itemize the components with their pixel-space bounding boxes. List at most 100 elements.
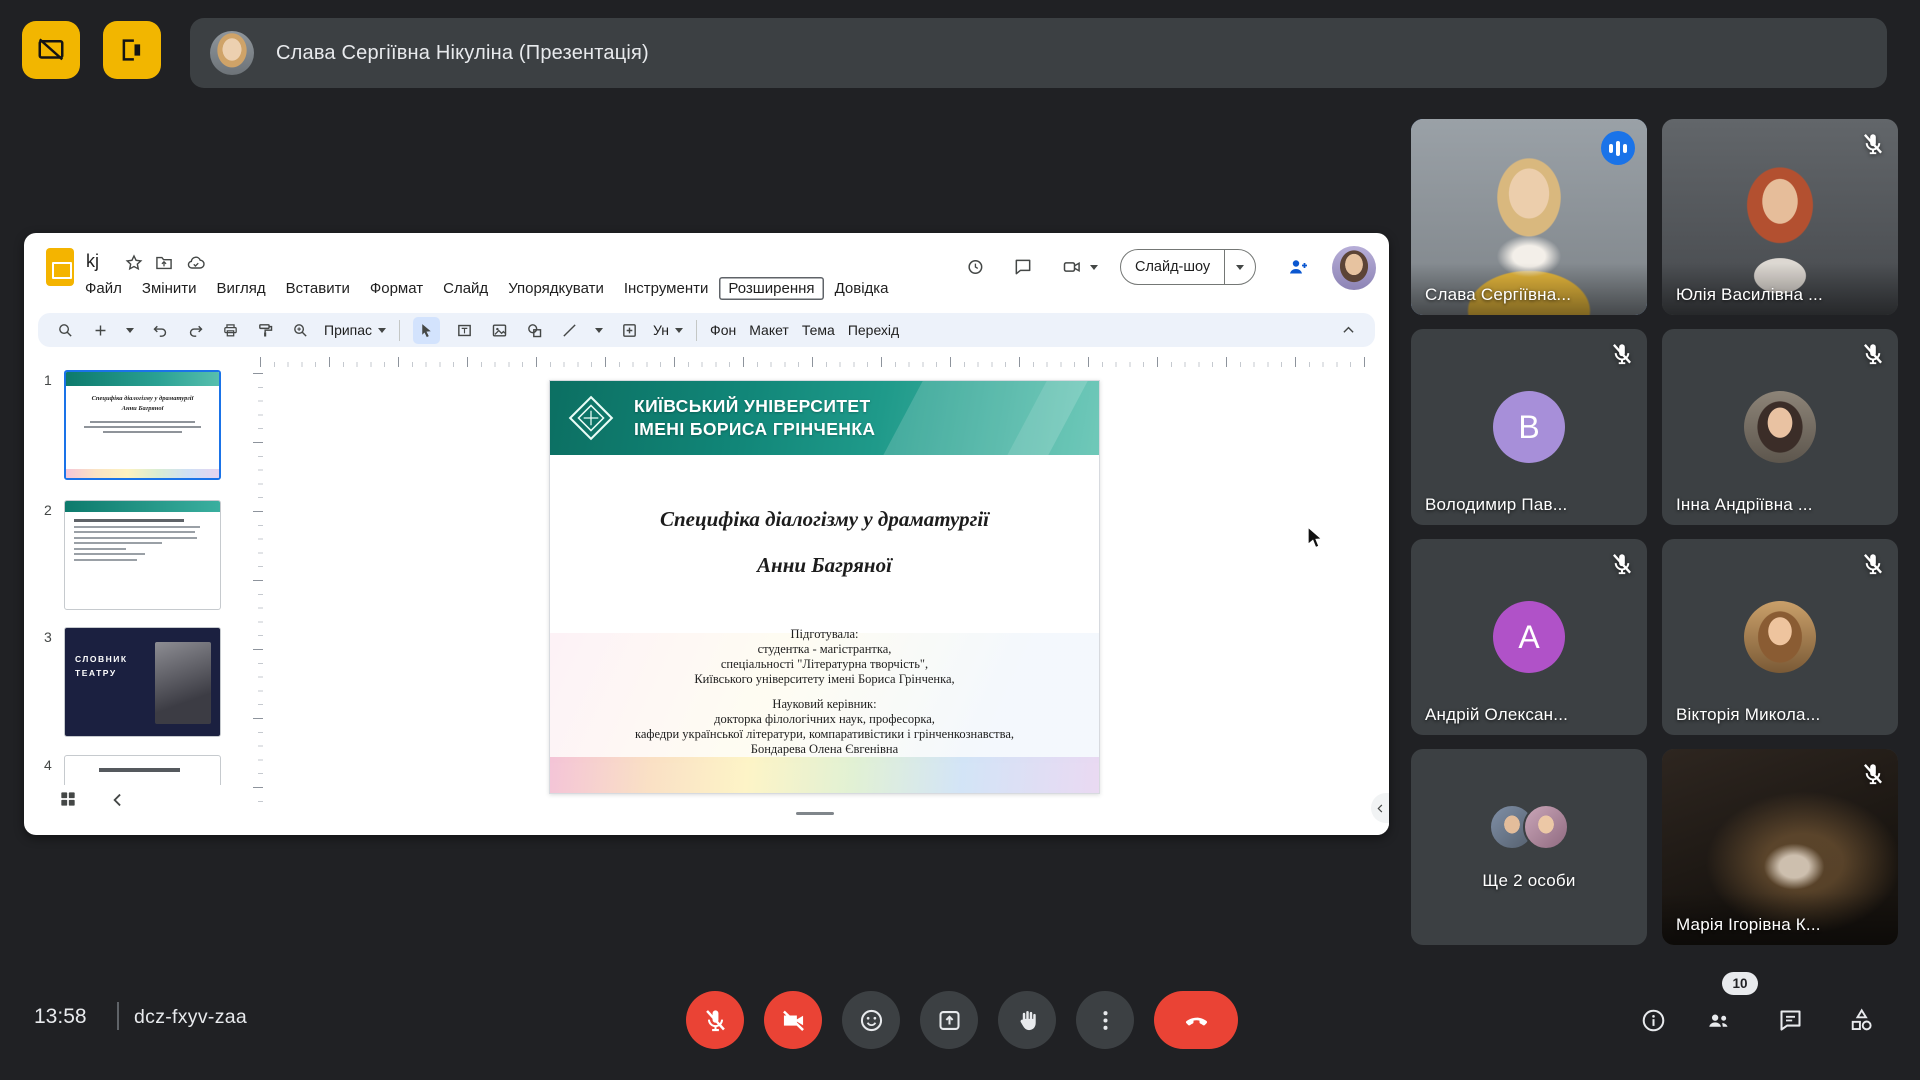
share-button[interactable] [1286,255,1310,279]
meeting-code: dcz-fxyv-zaa [134,1006,247,1029]
present-screen-button[interactable] [920,991,978,1049]
slide-number: 3 [44,629,52,645]
speaker-notes-divider[interactable] [796,812,834,815]
menu-format[interactable]: Формат [361,277,432,300]
search-menus-button[interactable] [54,319,76,341]
insert-placeholder-button[interactable] [618,319,640,341]
undo-button[interactable] [149,319,171,341]
menu-help[interactable]: Довідка [826,277,898,300]
star-button[interactable] [124,253,144,273]
text-style-select[interactable]: Ун [653,322,683,338]
collapse-toolbar-button[interactable] [1337,319,1359,341]
version-history-button[interactable] [965,257,985,277]
smiley-icon [858,1007,885,1034]
theme-button[interactable]: Тема [802,322,835,338]
participant-tile-more-people[interactable]: Ще 2 особи [1411,749,1647,945]
screen-share-off-button[interactable] [22,21,80,79]
reactions-button[interactable] [842,991,900,1049]
redo-icon [187,322,204,339]
collapse-filmstrip-button[interactable] [108,790,128,810]
participant-name: Вікторія Микола... [1676,705,1820,725]
leave-call-button[interactable] [1154,991,1238,1049]
participant-tile-volodymyr[interactable]: В Володимир Пав... [1411,329,1647,525]
meet-call-dropdown-caret-icon[interactable] [1090,265,1098,270]
info-icon [1640,1007,1667,1034]
insert-line-button[interactable] [558,319,580,341]
insert-image-button[interactable] [488,319,510,341]
move-folder-button[interactable] [154,253,174,273]
side-panel-button[interactable] [103,21,161,79]
avatar: А [1493,601,1565,673]
insert-shape-button[interactable] [523,319,545,341]
bottom-bar-divider [117,1002,119,1030]
slide-thumbnail-3[interactable]: СЛОВНИК ТЕАТРУ [64,627,221,737]
layout-button[interactable]: Макет [749,322,789,338]
slide-number: 2 [44,502,52,518]
paint-format-button[interactable] [254,319,276,341]
participant-tile-inna[interactable]: Інна Андріївна ... [1662,329,1898,525]
chat-panel-button[interactable] [1777,1007,1804,1034]
activities-button[interactable] [1848,1007,1875,1034]
current-slide[interactable]: КИЇВСЬКИЙ УНІВЕРСИТЕТ ІМЕНІ БОРИСА ГРІНЧ… [549,380,1100,794]
menu-arrange[interactable]: Упорядкувати [499,277,613,300]
thumb-text-bars [65,512,220,568]
mic-off-icon [702,1007,729,1034]
text-box-button[interactable] [453,319,475,341]
call-end-icon [1183,1007,1210,1034]
slide-thumbnail-1[interactable]: Специфіка діалогізму у драматургії Анни … [64,370,221,480]
cloud-status-button[interactable] [186,253,206,273]
transition-button[interactable]: Перехід [848,322,899,338]
fit-zoom-select[interactable]: Припас [324,322,386,338]
meeting-details-button[interactable] [1640,1007,1667,1034]
thumb-text-bars [66,421,219,433]
document-title[interactable]: kj [86,251,99,272]
line-dropdown[interactable] [593,319,605,341]
star-icon [124,253,144,273]
menu-slide[interactable]: Слайд [434,277,497,300]
more-options-button[interactable] [1076,991,1134,1049]
background-button[interactable]: Фон [710,322,736,338]
collapse-sidebar-tab[interactable] [1371,793,1389,823]
menu-extensions[interactable]: Розширення [719,277,823,300]
menu-view[interactable]: Вигляд [208,277,275,300]
mic-toggle-button[interactable] [686,991,744,1049]
mic-off-icon [1609,551,1635,577]
meet-call-button[interactable] [1062,257,1082,277]
participant-tile-mariia[interactable]: Марія Ігорівна К... [1662,749,1898,945]
new-slide-button[interactable] [89,319,111,341]
raise-hand-button[interactable] [998,991,1056,1049]
slide-title-line-1: Специфіка діалогізму у драматургії [550,507,1099,532]
grid-view-button[interactable] [58,789,78,809]
avatar [1744,391,1816,463]
slide-thumbnail-4[interactable] [64,755,221,785]
participants-panel-button[interactable] [1705,1007,1732,1034]
camera-toggle-button[interactable] [764,991,822,1049]
comment-icon [1013,257,1033,277]
menu-file[interactable]: Файл [76,277,131,300]
print-button[interactable] [219,319,241,341]
new-slide-dropdown[interactable] [124,319,136,341]
toolbar-separator [696,320,697,341]
participant-tile-slava[interactable]: Слава Сергіївна... [1411,119,1647,315]
participant-tile-andrii[interactable]: А Андрій Олексан... [1411,539,1647,735]
account-avatar[interactable] [1332,246,1376,290]
zoom-button[interactable] [289,319,311,341]
slides-app-icon[interactable] [46,248,74,286]
select-tool-button[interactable] [413,317,440,344]
comments-button[interactable] [1013,257,1033,277]
participant-tile-yuliia[interactable]: Юлія Василівна ... [1662,119,1898,315]
chevron-up-icon [1340,322,1357,339]
participant-tile-viktoriia[interactable]: Вікторія Микола... [1662,539,1898,735]
redo-button[interactable] [184,319,206,341]
activities-shapes-icon [1848,1007,1875,1034]
slide-number: 1 [44,372,52,388]
thumb-header-band [65,501,220,512]
slideshow-dropdown-button[interactable] [1225,265,1255,270]
slideshow-button[interactable]: Слайд-шоу [1121,259,1224,275]
menu-insert[interactable]: Вставити [277,277,359,300]
slide-canvas-area: КИЇВСЬКИЙ УНІВЕРСИТЕТ ІМЕНІ БОРИСА ГРІНЧ… [248,349,1389,835]
slide-thumbnail-2[interactable] [64,500,221,610]
menu-edit[interactable]: Змінити [133,277,206,300]
menu-tools[interactable]: Інструменти [615,277,718,300]
camera-off-icon [780,1007,807,1034]
